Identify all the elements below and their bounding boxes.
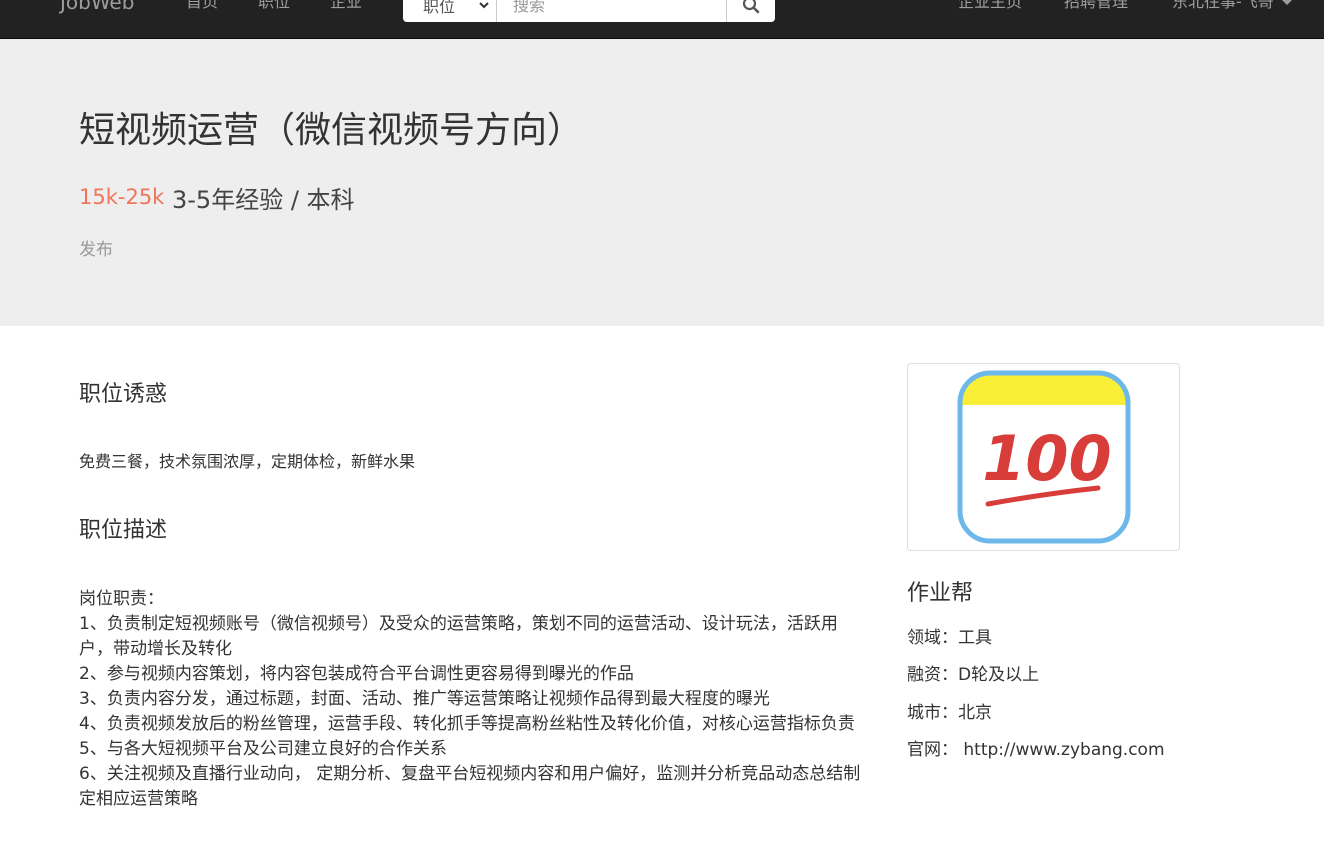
website-label: 官网： [907, 740, 958, 760]
search-type-value: 职位 [423, 0, 456, 16]
funding-value: D轮及以上 [958, 665, 1040, 685]
search-group: 职位 [403, 0, 775, 22]
funding-label: 融资： [907, 665, 958, 685]
description-heading: 职位描述 [79, 518, 168, 543]
desc-line: 2、参与视频内容策划，将内容包装成符合平台调性更容易得到曝光的作品 [79, 664, 634, 684]
user-menu[interactable]: 东北往事-飞哥 [1172, 0, 1292, 14]
user-name: 东北往事-飞哥 [1172, 0, 1274, 11]
top-navbar: JobWeb 首页 职位 企业 职位 企业主页 招聘管理 东北往事-飞哥 [0, 0, 1324, 39]
nav-home[interactable]: 首页 [186, 0, 218, 14]
job-published: 发布 [79, 240, 113, 260]
search-icon [742, 0, 760, 14]
job-title: 短视频运营（微信视频号方向） [79, 110, 584, 151]
nav-companies[interactable]: 企业 [330, 0, 362, 14]
nav-jobs[interactable]: 职位 [258, 0, 290, 14]
desc-line: 1、负责制定短视频账号（微信视频号）及受众的运营策略，策划不同的运营活动、设计玩… [79, 614, 838, 659]
company-field-row: 领域：工具 [907, 626, 992, 650]
search-input[interactable] [497, 0, 726, 22]
company-website-row: 官网： http://www.zybang.com [907, 738, 1165, 762]
city-value: 北京 [958, 703, 992, 723]
search-type-select[interactable]: 职位 [403, 0, 497, 22]
nav-recruit-manage[interactable]: 招聘管理 [1064, 0, 1128, 14]
desc-line: 岗位职责： [79, 589, 164, 609]
job-requirements: 3-5年经验 / 本科 [172, 186, 355, 214]
chevron-down-icon [479, 2, 489, 9]
desc-line: 6、关注视频及直播行业动向， 定期分析、复盘平台短视频内容和用户偏好，监测并分析… [79, 764, 861, 809]
job-salary: 15k-25k [79, 185, 165, 209]
company-logo-box[interactable]: 100 [907, 363, 1180, 551]
logo-text: 100 [982, 422, 1111, 495]
website-link[interactable]: http://www.zybang.com [963, 740, 1164, 760]
desc-line: 5、与各大短视频平台及公司建立良好的合作关系 [79, 739, 447, 759]
company-funding-row: 融资：D轮及以上 [907, 663, 1039, 687]
nav-company-home[interactable]: 企业主页 [958, 0, 1022, 14]
job-header: 短视频运营（微信视频号方向） 15k-25k 3-5年经验 / 本科 发布 [0, 39, 1324, 326]
company-name[interactable]: 作业帮 [907, 580, 973, 608]
field-label: 领域： [907, 628, 958, 648]
city-label: 城市： [907, 703, 958, 723]
caret-down-icon [1281, 0, 1292, 5]
perks-heading: 职位诱惑 [79, 382, 168, 407]
company-logo: 100 [957, 370, 1131, 544]
desc-line: 4、负责视频发放后的粉丝管理，运营手段、转化抓手等提高粉丝粘性及转化价值，对核心… [79, 714, 855, 734]
search-button[interactable] [726, 0, 775, 22]
company-city-row: 城市：北京 [907, 701, 992, 725]
perks-text: 免费三餐，技术氛围浓厚，定期体检，新鲜水果 [79, 452, 416, 471]
desc-line: 3、负责内容分发，通过标题，封面、活动、推广等运营策略让视频作品得到最大程度的曝… [79, 689, 770, 709]
brand-logo[interactable]: JobWeb [60, 0, 134, 16]
field-value: 工具 [958, 628, 992, 648]
job-description: 岗位职责： 1、负责制定短视频账号（微信视频号）及受众的运营策略，策划不同的运营… [79, 587, 869, 812]
